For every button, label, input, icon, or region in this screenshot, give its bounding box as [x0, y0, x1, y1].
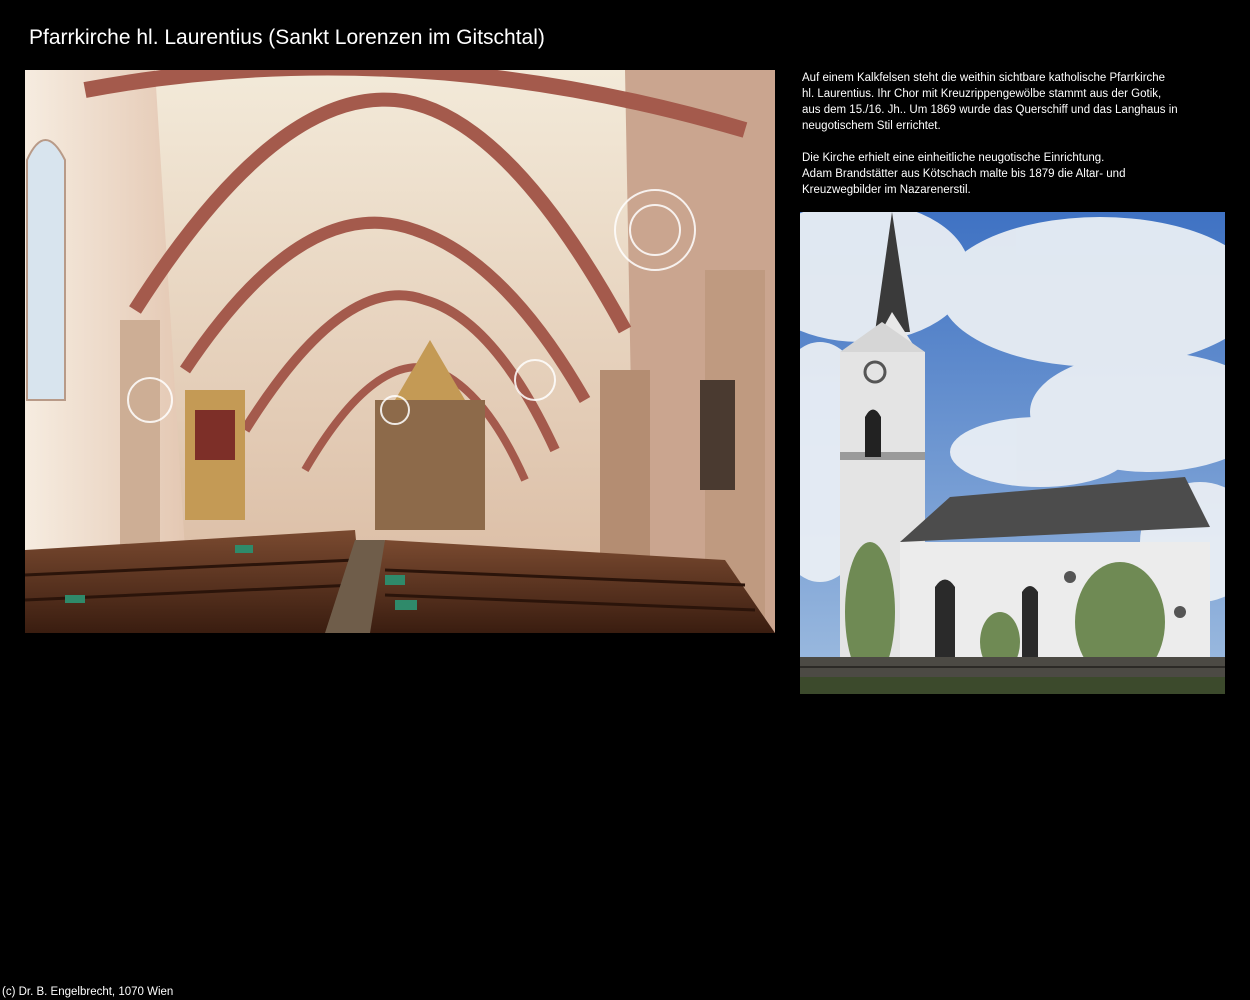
description-paragraph-2: Die Kirche erhielt eine einheitliche neu…: [802, 152, 1126, 196]
page-title: Pfarrkirche hl. Laurentius (Sankt Lorenz…: [29, 26, 545, 49]
page: Pfarrkirche hl. Laurentius (Sankt Lorenz…: [0, 0, 1250, 1000]
copyright-footer: (c) Dr. B. Engelbrecht, 1070 Wien: [2, 986, 174, 998]
description-paragraph-1: Auf einem Kalkfelsen steht die weithin s…: [802, 72, 1178, 132]
church-interior-image: [25, 70, 775, 633]
description: Auf einem Kalkfelsen steht die weithin s…: [802, 70, 1222, 214]
exterior-photo[interactable]: [800, 212, 1225, 694]
interior-photo[interactable]: [25, 70, 775, 633]
church-exterior-image: [800, 212, 1225, 694]
